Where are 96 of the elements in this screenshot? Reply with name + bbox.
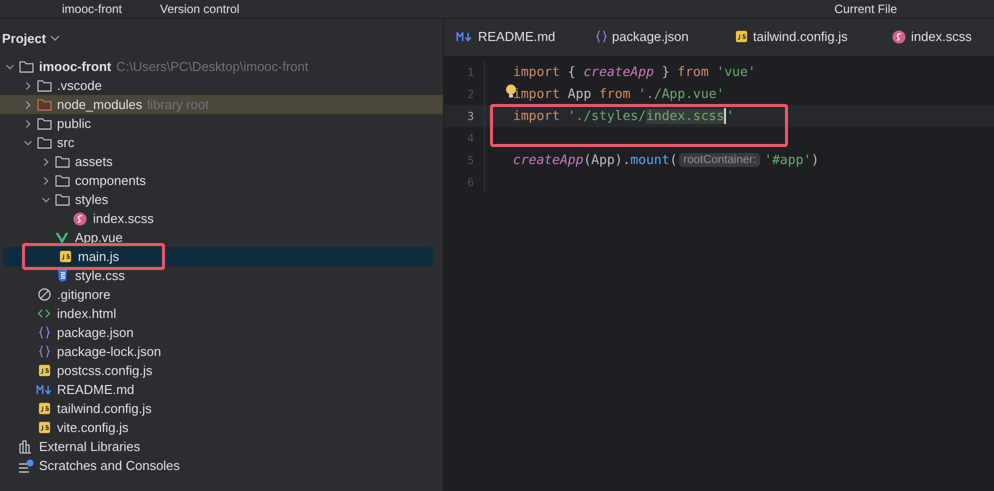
- code-token: createApp: [513, 152, 584, 168]
- code-token: import: [513, 64, 560, 80]
- file-name: vite.config.js: [57, 420, 129, 435]
- run-config[interactable]: Current File: [834, 2, 898, 16]
- json-file-icon: [596, 30, 607, 43]
- folder-item[interactable]: public: [0, 114, 433, 133]
- scratches-icon: [18, 458, 34, 472]
- js-file-icon: [735, 30, 748, 43]
- file-name: index.html: [57, 306, 116, 321]
- file-item[interactable]: main.js: [3, 247, 433, 266]
- code-token: }: [660, 64, 671, 80]
- vue-file-icon: [55, 232, 69, 244]
- markdown-file-icon: [456, 32, 473, 42]
- file-name: src: [57, 135, 74, 150]
- html-file-icon: [37, 308, 51, 319]
- ignore-file-icon: [38, 288, 50, 301]
- file-name: public: [57, 116, 91, 131]
- file-name: package.json: [57, 325, 134, 340]
- file-name: index.scss: [93, 211, 154, 226]
- file-item[interactable]: style.css: [0, 266, 433, 285]
- js-file-icon: [38, 364, 50, 377]
- folder-item[interactable]: imooc-front C:\Users\PC\Desktop\imooc-front: [0, 57, 433, 76]
- code-token: App: [566, 86, 592, 102]
- file-name: .vscode: [57, 78, 102, 93]
- file-name: External Libraries: [39, 439, 140, 454]
- folder-item[interactable]: src: [0, 133, 433, 152]
- libraries-icon: [19, 440, 33, 454]
- file-item[interactable]: index.scss: [0, 209, 433, 228]
- sass-file-icon: [73, 212, 87, 226]
- code-token: from: [599, 86, 630, 102]
- code-token: ': [726, 108, 734, 124]
- file-item[interactable]: External Libraries: [0, 437, 433, 456]
- markdown-file-icon: [36, 384, 52, 394]
- file-name: App.vue: [75, 230, 123, 245]
- file-name: components: [75, 173, 146, 188]
- editor-tab[interactable]: README.md: [444, 19, 584, 56]
- folder-item[interactable]: .vscode: [0, 76, 433, 95]
- path-hint: library root: [147, 97, 209, 112]
- text-cursor: [724, 108, 726, 124]
- file-name: package-lock.json: [57, 344, 162, 359]
- file-item[interactable]: tailwind.config.js: [0, 399, 433, 418]
- code-token: (App).: [583, 152, 630, 168]
- code-token: index.scss: [646, 108, 724, 124]
- code-token: import: [513, 108, 560, 124]
- css-file-icon: [56, 269, 68, 282]
- editor-tab[interactable]: tailwind.config.js: [723, 19, 880, 56]
- file-item[interactable]: .gitignore: [0, 285, 433, 304]
- path-hint: C:\Users\PC\Desktop\imooc-front: [116, 59, 308, 74]
- parameter-hint: rootContainer:: [679, 153, 760, 167]
- project-name[interactable]: imooc-front: [62, 2, 122, 16]
- editor-tab[interactable]: package.json: [584, 19, 723, 56]
- code-token: (: [670, 152, 678, 168]
- code-token: '#app': [764, 152, 812, 168]
- file-item[interactable]: postcss.config.js: [0, 361, 433, 380]
- file-item[interactable]: vite.config.js: [0, 418, 433, 437]
- js-file-icon: [58, 250, 72, 263]
- code-token: import: [513, 86, 560, 102]
- js-file-icon: [38, 402, 50, 415]
- folder-item[interactable]: components: [0, 171, 433, 190]
- chevron-icon[interactable]: [50, 34, 60, 42]
- line-number: 3: [466, 110, 474, 122]
- editor-tab[interactable]: index.scss: [880, 19, 980, 56]
- file-name: README.md: [57, 382, 134, 397]
- code-token: from: [677, 64, 709, 80]
- file-name: Scratches and Consoles: [39, 458, 180, 473]
- file-item[interactable]: Scratches and Consoles: [0, 456, 433, 475]
- json-file-icon: [38, 326, 50, 339]
- folder-item[interactable]: styles: [0, 190, 433, 209]
- file-name: styles: [75, 192, 108, 207]
- file-name: assets: [75, 154, 113, 169]
- file-name: tailwind.config.js: [57, 401, 152, 416]
- code-token: ): [811, 152, 820, 168]
- json-file-icon: [38, 345, 50, 358]
- file-item[interactable]: package.json: [0, 323, 433, 342]
- code-token: './App.vue': [637, 86, 724, 102]
- folder-item[interactable]: node_modules library root: [0, 95, 443, 114]
- file-name: style.css: [75, 268, 125, 283]
- file-name: node_modules: [57, 97, 142, 112]
- file-item[interactable]: index.html: [0, 304, 433, 323]
- code-token: {: [566, 64, 577, 80]
- code-token: './styles/: [566, 108, 646, 124]
- folder-item[interactable]: assets: [0, 152, 433, 171]
- file-name: postcss.config.js: [57, 363, 152, 378]
- file-item[interactable]: package-lock.json: [0, 342, 433, 361]
- file-item[interactable]: README.md: [0, 380, 433, 399]
- panel-title[interactable]: Project: [2, 30, 46, 46]
- file-name: .gitignore: [57, 287, 110, 302]
- code-token: createApp: [583, 64, 654, 80]
- vcs-menu[interactable]: Version control: [160, 2, 240, 16]
- code-token: 'vue': [716, 64, 756, 80]
- js-file-icon: [38, 421, 50, 434]
- file-name: imooc-front: [39, 59, 112, 74]
- file-name: main.js: [78, 249, 120, 264]
- file-item[interactable]: App.vue: [0, 228, 433, 247]
- code-token: mount: [630, 152, 670, 168]
- sass-file-icon: [892, 30, 906, 44]
